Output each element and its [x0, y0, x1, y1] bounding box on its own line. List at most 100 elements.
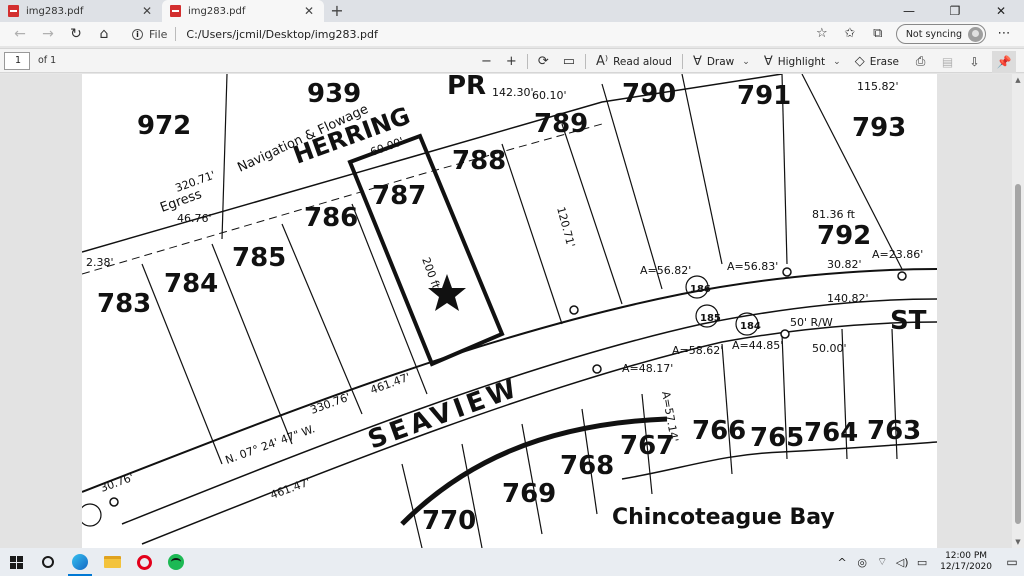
- pdf-toolbar: 1 of 1 − + ⟳ ▭ A⁾ Read aloud ∀ Draw ⌄ ∀ …: [0, 48, 1024, 73]
- lot-number: 972: [137, 111, 191, 141]
- tab-close-icon[interactable]: ✕: [302, 4, 316, 18]
- search-button[interactable]: [32, 548, 64, 576]
- erase-button[interactable]: ◇ Erase: [848, 49, 906, 74]
- lot-number: 783: [97, 289, 151, 319]
- dimension-label: A=44.85': [732, 339, 783, 352]
- tab-title: img283.pdf: [26, 5, 84, 17]
- pdf-file-icon: [8, 5, 19, 17]
- clock[interactable]: 12:00 PM 12/17/2020: [932, 551, 1000, 573]
- save-as-icon[interactable]: ⇩: [961, 55, 988, 69]
- volume-icon[interactable]: ◁): [892, 556, 912, 569]
- dimension-label: 50.00': [812, 342, 847, 355]
- clock-date: 12/17/2020: [940, 562, 992, 572]
- location-icon[interactable]: ◎: [852, 556, 872, 569]
- scroll-thumb[interactable]: [1015, 184, 1021, 524]
- print-icon[interactable]: ⎙: [907, 54, 934, 69]
- minimize-icon[interactable]: —: [886, 0, 932, 22]
- lot-number: 793: [852, 113, 906, 143]
- maximize-icon[interactable]: ❐: [932, 0, 978, 22]
- dimension-label: 2.38': [86, 256, 114, 269]
- windows-logo-icon: [9, 555, 23, 569]
- dimension-label: 142.30': [492, 86, 534, 99]
- scroll-up-icon[interactable]: ▲: [1014, 76, 1022, 84]
- notification-icon[interactable]: ▭: [1000, 555, 1024, 569]
- dimension-label: 46.76': [177, 212, 212, 225]
- read-aloud-button[interactable]: A⁾ Read aloud: [589, 49, 679, 74]
- vertical-scrollbar[interactable]: ▲ ▼: [1012, 74, 1024, 548]
- lot-number: 792: [817, 221, 871, 251]
- tab-img283-first[interactable]: img283.pdf ✕: [0, 0, 162, 22]
- window-controls: — ❐ ✕: [886, 0, 1024, 22]
- chevron-down-icon[interactable]: ⌄: [742, 57, 750, 67]
- network-icon[interactable]: ⌔: [872, 555, 892, 569]
- street-name-st: ST: [890, 306, 927, 336]
- opera-icon: [136, 554, 152, 570]
- avatar: [968, 26, 983, 42]
- highlight-button[interactable]: ∀ Highlight ⌄: [757, 49, 848, 74]
- plat-map: 972 939 PR 790 791 793 789 788 787 786 7…: [82, 74, 937, 548]
- tray-overflow-chevron-icon[interactable]: ^: [832, 556, 852, 569]
- zoom-in-icon: +: [505, 54, 517, 69]
- close-window-icon[interactable]: ✕: [978, 0, 1024, 22]
- address-bar: ← → ↻ ⌂ i File C:/Users/jcmil/Desktop/im…: [0, 22, 1024, 46]
- url-text[interactable]: C:/Users/jcmil/Desktop/img283.pdf: [186, 28, 377, 41]
- lot-number: 768: [560, 451, 614, 481]
- dimension-label: 461.47': [269, 475, 312, 501]
- new-tab-button[interactable]: +: [324, 0, 350, 22]
- save-icon[interactable]: ▤: [934, 55, 961, 69]
- zoom-in-button[interactable]: +: [499, 49, 524, 74]
- rotate-button[interactable]: ⟳: [531, 49, 556, 74]
- page-number-input[interactable]: 1: [4, 51, 30, 70]
- dimension-label: 30.82': [827, 258, 862, 271]
- dimension-label: 200 ft: [419, 256, 443, 292]
- dimension-label: 30.76': [99, 471, 136, 495]
- lot-number: 186: [690, 284, 711, 295]
- taskbar-spotify[interactable]: [160, 548, 192, 576]
- zoom-out-icon: −: [481, 54, 492, 69]
- chevron-down-icon[interactable]: ⌄: [833, 57, 841, 67]
- info-icon[interactable]: i: [132, 28, 143, 40]
- lot-number: 184: [740, 321, 761, 332]
- lot-number: 786: [304, 203, 358, 233]
- refresh-icon[interactable]: ↻: [62, 23, 90, 45]
- taskbar-file-explorer[interactable]: [96, 548, 128, 576]
- tab-img283-active[interactable]: img283.pdf ✕: [162, 0, 324, 22]
- dimension-label: A=23.86': [872, 248, 923, 261]
- fit-page-button[interactable]: ▭: [556, 49, 582, 74]
- url-field[interactable]: i File C:/Users/jcmil/Desktop/img283.pdf: [124, 23, 808, 45]
- eraser-icon: ◇: [854, 54, 865, 69]
- draw-button[interactable]: ∀ Draw ⌄: [686, 49, 757, 74]
- highlighter-icon: ∀: [763, 54, 773, 69]
- pdf-page[interactable]: 972 939 PR 790 791 793 789 788 787 786 7…: [82, 74, 937, 548]
- lot-number: 788: [452, 146, 506, 176]
- add-favorite-star-icon[interactable]: ☆: [808, 23, 836, 45]
- taskbar-opera[interactable]: [128, 548, 160, 576]
- collections-icon[interactable]: ⧉: [864, 23, 892, 45]
- profile-sync-button[interactable]: Not syncing: [895, 24, 986, 44]
- dimension-label: 461.47': [369, 370, 412, 396]
- settings-menu-icon[interactable]: ⋯: [990, 23, 1018, 45]
- bay-name: Chincoteague Bay: [612, 505, 835, 530]
- pdf-tool-group: − + ⟳ ▭ A⁾ Read aloud ∀ Draw ⌄ ∀ Highlig…: [474, 49, 906, 74]
- scroll-down-icon[interactable]: ▼: [1014, 538, 1022, 546]
- dimension-label: 60.10': [532, 89, 567, 102]
- dimension-label: A=58.62': [672, 344, 723, 357]
- zoom-out-button[interactable]: −: [474, 49, 499, 74]
- favorites-icon[interactable]: ✩: [836, 23, 864, 45]
- folder-icon: [103, 556, 121, 568]
- battery-icon[interactable]: ▭: [912, 556, 932, 569]
- pin-toolbar-icon[interactable]: 📌: [992, 50, 1016, 73]
- lot-number: 185: [700, 313, 721, 324]
- forward-arrow-icon[interactable]: →: [34, 23, 62, 45]
- taskbar-edge[interactable]: [64, 548, 96, 576]
- erase-label: Erase: [869, 55, 900, 68]
- edge-browser-icon: [72, 554, 88, 570]
- home-icon[interactable]: ⌂: [90, 23, 118, 45]
- toolbar-divider: [526, 54, 528, 69]
- dimension-label: 81.36 ft: [812, 208, 856, 221]
- lot-number: 763: [867, 416, 921, 446]
- start-button[interactable]: [0, 548, 32, 576]
- tab-close-icon[interactable]: ✕: [140, 4, 154, 18]
- back-arrow-icon[interactable]: ←: [6, 23, 34, 45]
- lot-numbers: 972 939 PR 790 791 793 789 788 787 786 7…: [97, 74, 921, 536]
